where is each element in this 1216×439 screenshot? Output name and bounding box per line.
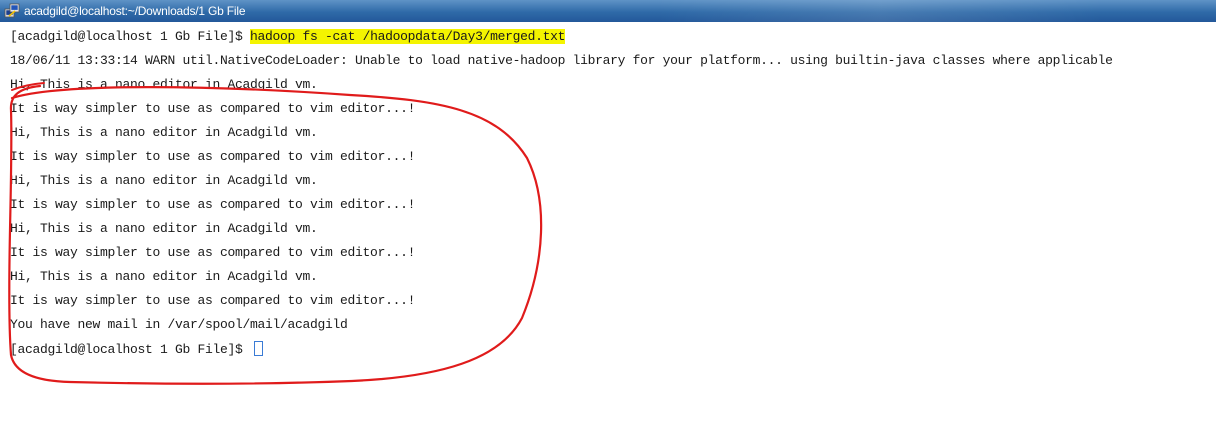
output-line: It is way simpler to use as compared to … — [10, 101, 416, 116]
shell-prompt: [acadgild@localhost 1 Gb File]$ — [10, 29, 251, 44]
shell-prompt: [acadgild@localhost 1 Gb File]$ — [10, 342, 251, 357]
output-line: It is way simpler to use as compared to … — [10, 149, 416, 164]
warn-line: 18/06/11 13:33:14 WARN util.NativeCodeLo… — [10, 53, 1113, 68]
mail-notice: You have new mail in /var/spool/mail/aca… — [10, 317, 348, 332]
titlebar-gloss — [656, 0, 1216, 22]
output-line: Hi, This is a nano editor in Acadgild vm… — [10, 77, 318, 92]
putty-icon — [4, 3, 20, 18]
output-line: It is way simpler to use as compared to … — [10, 245, 416, 260]
window-title: acadgild@localhost:~/Downloads/1 Gb File — [24, 4, 246, 18]
output-line: Hi, This is a nano editor in Acadgild vm… — [10, 173, 318, 188]
highlighted-command: hadoop fs -cat /hadoopdata/Day3/merged.t… — [250, 29, 566, 44]
output-line: It is way simpler to use as compared to … — [10, 293, 416, 308]
output-line: It is way simpler to use as compared to … — [10, 197, 416, 212]
window-titlebar[interactable]: acadgild@localhost:~/Downloads/1 Gb File — [0, 0, 1216, 22]
output-line: Hi, This is a nano editor in Acadgild vm… — [10, 125, 318, 140]
output-line: Hi, This is a nano editor in Acadgild vm… — [10, 269, 318, 284]
text-cursor — [254, 341, 264, 356]
prompt-line[interactable]: [acadgild@localhost 1 Gb File]$ — [10, 341, 264, 358]
output-line: Hi, This is a nano editor in Acadgild vm… — [10, 221, 318, 236]
terminal-area[interactable]: [acadgild@localhost 1 Gb File]$ hadoop f… — [0, 22, 1216, 439]
command-line: [acadgild@localhost 1 Gb File]$ hadoop f… — [10, 29, 565, 45]
